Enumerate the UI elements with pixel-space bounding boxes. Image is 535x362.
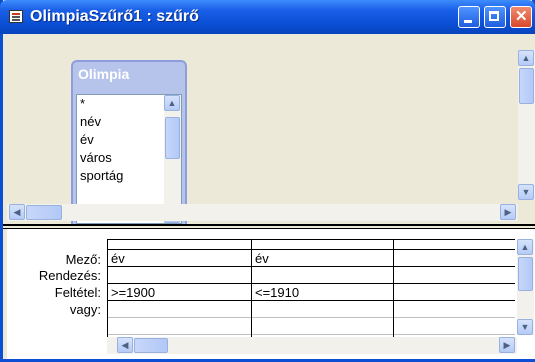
- close-button[interactable]: [510, 6, 532, 28]
- grid-vertical-scrollbar[interactable]: ▲ ▼: [517, 239, 534, 335]
- minimize-button[interactable]: [458, 6, 480, 28]
- upper-horizontal-scrollbar[interactable]: ◀ ▶: [7, 204, 518, 221]
- row-label-or: vagy:: [69, 302, 101, 317]
- window-title: OlimpiaSzűrő1 : szűrő: [30, 8, 199, 25]
- scroll-right-icon[interactable]: ▶: [499, 337, 515, 353]
- table-pane: Olimpia * név év város sportág ▲ ▼ ▲ ▼ ◀: [7, 34, 535, 234]
- maximize-button[interactable]: [484, 6, 506, 28]
- scroll-thumb[interactable]: [165, 117, 180, 159]
- query-window: OlimpiaSzűrő1 : szűrő Olimpia * név év v…: [0, 0, 535, 362]
- grid-cell-or[interactable]: [397, 302, 513, 317]
- grid-cell-or[interactable]: [255, 302, 391, 317]
- grid-cell-sort[interactable]: [111, 268, 249, 283]
- table-name: Olimpia: [78, 66, 130, 82]
- grid-horizontal-scrollbar[interactable]: ◀ ▶: [107, 337, 517, 354]
- grid-line: [393, 239, 394, 339]
- row-label-sort: Rendezés:: [38, 268, 101, 283]
- grid-line: [107, 249, 515, 250]
- row-label-criteria: Feltétel:: [54, 285, 101, 300]
- scroll-up-icon[interactable]: ▲: [517, 239, 533, 255]
- scroll-left-icon[interactable]: ◀: [9, 204, 25, 220]
- scroll-down-icon[interactable]: ▼: [517, 319, 533, 335]
- scroll-right-icon[interactable]: ▶: [500, 204, 516, 220]
- grid-cell-field[interactable]: [397, 251, 513, 266]
- grid-line: [107, 334, 515, 335]
- upper-vertical-scrollbar[interactable]: ▲ ▼: [518, 50, 535, 200]
- grid-cell-or[interactable]: [111, 302, 249, 317]
- grid-cell-field[interactable]: év: [255, 251, 391, 267]
- scroll-down-icon[interactable]: ▼: [518, 184, 534, 200]
- design-grid-pane: Mező: Rendezés: Feltétel: vagy: év >=190…: [7, 229, 535, 359]
- grid-line: [107, 317, 515, 318]
- scroll-thumb[interactable]: [518, 257, 533, 291]
- query-icon[interactable]: [9, 10, 23, 23]
- scroll-thumb[interactable]: [134, 338, 168, 353]
- grid-cell-field[interactable]: év: [111, 251, 249, 267]
- scroll-left-icon[interactable]: ◀: [117, 337, 133, 353]
- grid-cell-criteria[interactable]: <=1910: [255, 285, 391, 301]
- grid-cell-criteria[interactable]: >=1900: [111, 285, 249, 301]
- grid-cell-sort[interactable]: [397, 268, 513, 283]
- scroll-thumb[interactable]: [26, 205, 62, 220]
- grid-line: [107, 239, 108, 339]
- row-label-field: Mező:: [65, 252, 101, 267]
- grid-cell-sort[interactable]: [255, 268, 391, 283]
- grid-line: [251, 239, 252, 339]
- grid-cell-criteria[interactable]: [397, 285, 513, 300]
- title-bar[interactable]: OlimpiaSzűrő1 : szűrő: [0, 0, 535, 34]
- scroll-thumb[interactable]: [519, 68, 534, 104]
- grid-line: [107, 283, 515, 284]
- scroll-up-icon[interactable]: ▲: [164, 95, 180, 111]
- scroll-up-icon[interactable]: ▲: [518, 50, 534, 66]
